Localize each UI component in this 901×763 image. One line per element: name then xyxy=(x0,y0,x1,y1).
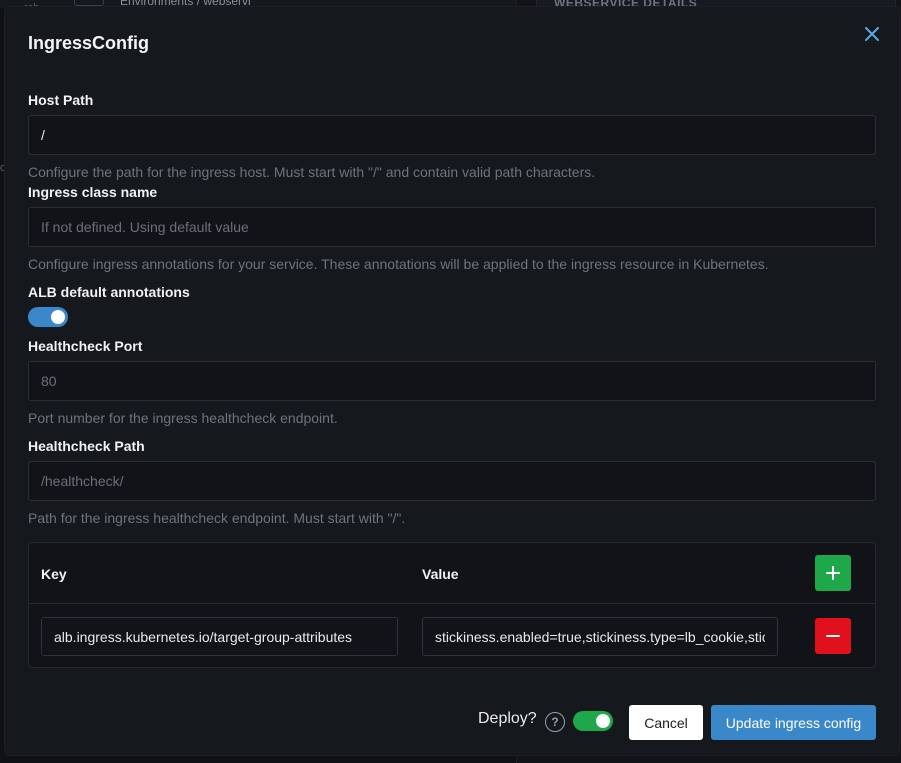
alb-defaults-label: ALB default annotations xyxy=(28,284,190,300)
question-icon[interactable]: ? xyxy=(545,712,565,732)
annotations-table-header: Key Value xyxy=(29,543,875,604)
value-column-header: Value xyxy=(422,566,459,582)
close-icon xyxy=(865,27,879,41)
key-column-header: Key xyxy=(41,566,67,582)
remove-annotation-button[interactable] xyxy=(815,618,851,654)
annotation-value-input[interactable] xyxy=(422,617,778,656)
host-path-input[interactable] xyxy=(28,115,876,155)
ingress-class-help: Configure ingress annotations for your s… xyxy=(28,256,769,272)
deploy-label: Deploy? xyxy=(478,710,537,727)
healthcheck-path-input[interactable] xyxy=(28,461,876,501)
minus-icon xyxy=(826,635,840,637)
update-ingress-config-button[interactable]: Update ingress config xyxy=(711,705,876,740)
annotations-table: Key Value xyxy=(28,542,876,668)
background-menu-button xyxy=(74,0,104,6)
healthcheck-port-help: Port number for the ingress healthcheck … xyxy=(28,410,338,426)
healthcheck-path-label: Healthcheck Path xyxy=(28,438,145,454)
alb-defaults-toggle[interactable] xyxy=(28,307,68,327)
plus-icon xyxy=(826,566,840,580)
host-path-label: Host Path xyxy=(28,92,94,108)
host-path-help: Configure the path for the ingress host.… xyxy=(28,164,596,180)
annotation-key-input[interactable] xyxy=(41,617,398,656)
close-button[interactable] xyxy=(861,23,883,45)
modal-title: IngressConfig xyxy=(28,33,150,53)
toggle-knob xyxy=(51,310,65,324)
healthcheck-port-label: Healthcheck Port xyxy=(28,338,143,354)
healthcheck-port-input[interactable] xyxy=(28,361,876,401)
healthcheck-path-help: Path for the ingress healthcheck endpoin… xyxy=(28,510,406,526)
deploy-toggle[interactable] xyxy=(573,711,613,731)
add-annotation-button[interactable] xyxy=(815,555,851,591)
toggle-knob xyxy=(596,714,610,728)
cancel-button[interactable]: Cancel xyxy=(629,705,703,740)
ingress-class-label: Ingress class name xyxy=(28,184,158,200)
ingress-config-modal: IngressConfig Host Path Configure the pa… xyxy=(5,7,899,755)
ingress-class-input[interactable] xyxy=(28,207,876,247)
